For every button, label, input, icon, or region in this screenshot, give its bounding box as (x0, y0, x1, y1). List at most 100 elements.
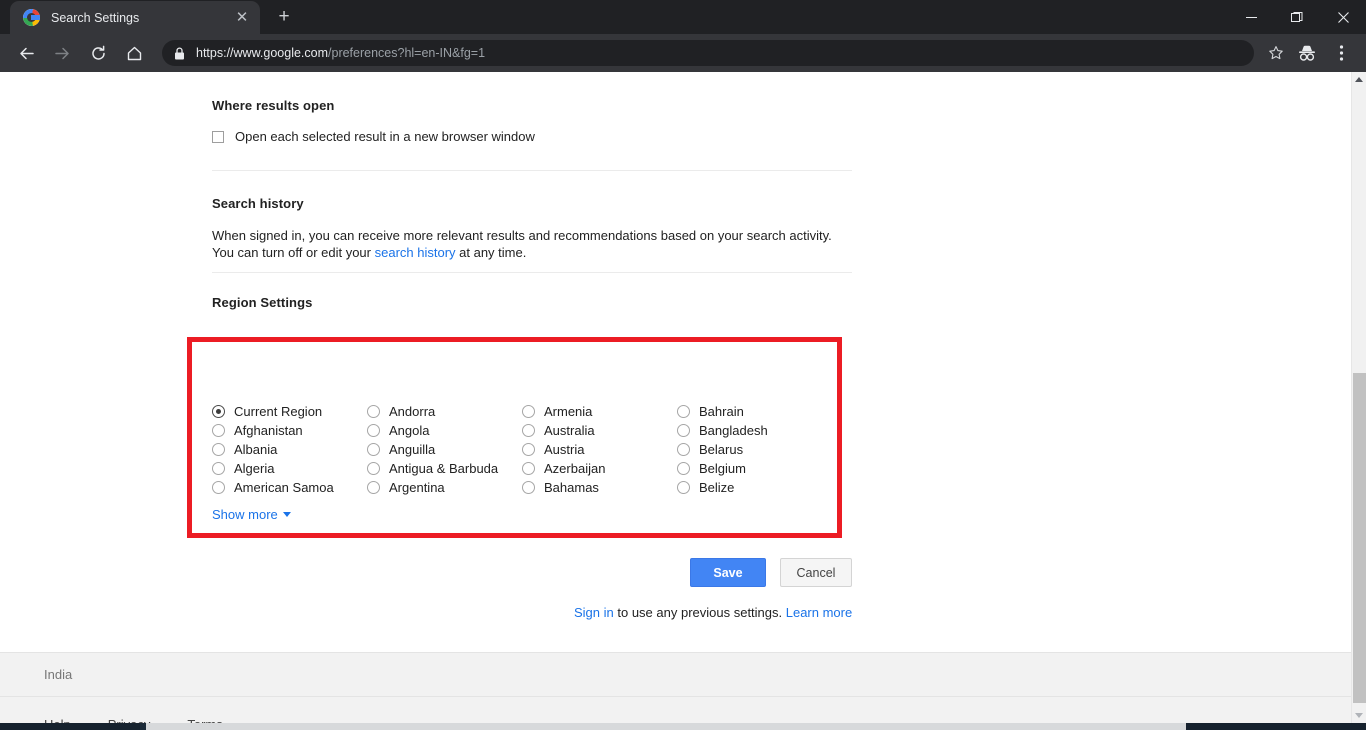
new-window-checkbox[interactable] (212, 131, 224, 143)
region-option-belgium[interactable]: Belgium (677, 459, 832, 478)
region-radio-button[interactable] (522, 443, 535, 456)
region-radio-button[interactable] (367, 405, 380, 418)
region-radio-button[interactable] (677, 405, 690, 418)
region-option-label: Belgium (699, 461, 746, 476)
close-tab-icon[interactable]: ✕ (232, 8, 252, 28)
region-option-current-region[interactable]: Current Region (212, 402, 367, 421)
region-radio-button[interactable] (677, 462, 690, 475)
region-option-algeria[interactable]: Algeria (212, 459, 367, 478)
region-option-azerbaijan[interactable]: Azerbaijan (522, 459, 677, 478)
tab-strip-spacer (0, 0, 10, 34)
section-divider-1 (212, 170, 852, 171)
region-option-label: Bahamas (544, 480, 599, 495)
region-radio-button[interactable] (212, 424, 225, 437)
signin-note-text: to use any previous settings. (614, 605, 786, 620)
region-option-label: Azerbaijan (544, 461, 605, 476)
region-option-label: Austria (544, 442, 584, 457)
region-radio-button[interactable] (677, 424, 690, 437)
lock-icon (174, 47, 185, 60)
new-tab-button[interactable]: + (270, 3, 298, 31)
browser-menu-button[interactable] (1324, 38, 1358, 68)
url-path: /preferences?hl=en-IN&fg=1 (328, 46, 485, 60)
chevron-down-icon (283, 512, 291, 517)
region-option-australia[interactable]: Australia (522, 421, 677, 440)
region-column-2: AndorraAngola Anguilla Antigua & BarbudaAr… (367, 402, 522, 497)
region-option-andorra[interactable]: Andorra (367, 402, 522, 421)
region-option-antigua-barbuda[interactable]: Antigua & Barbuda (367, 459, 522, 478)
region-radio-button[interactable] (522, 424, 535, 437)
region-settings-section: Region Settings (212, 295, 852, 310)
region-option-albania[interactable]: Albania (212, 440, 367, 459)
region-option-angola[interactable]: Angola (367, 421, 522, 440)
forward-button[interactable] (47, 38, 77, 68)
region-column-1: Current RegionAfghanistan Albania Algeria A… (212, 402, 367, 497)
action-button-row: Save Cancel (690, 558, 852, 587)
region-option-label: Albania (234, 442, 277, 457)
minimize-window-button[interactable] (1228, 0, 1274, 34)
where-results-open-heading: Where results open (212, 98, 852, 113)
region-settings-heading: Region Settings (212, 295, 852, 310)
reload-button[interactable] (83, 38, 113, 68)
show-more-link[interactable]: Show more (212, 507, 291, 522)
region-option-american-samoa[interactable]: American Samoa (212, 478, 367, 497)
search-settings-page: Where results open Open each selected re… (0, 72, 1351, 652)
browser-tab[interactable]: Search Settings ✕ (10, 1, 260, 34)
window-controls (1228, 0, 1366, 34)
region-radio-button[interactable] (677, 481, 690, 494)
region-radio-button[interactable] (677, 443, 690, 456)
scrollbar-thumb[interactable] (1353, 373, 1366, 703)
region-option-armenia[interactable]: Armenia (522, 402, 677, 421)
region-radio-button[interactable] (522, 405, 535, 418)
region-radio-button[interactable] (367, 424, 380, 437)
region-radio-button[interactable] (212, 481, 225, 494)
region-option-argentina[interactable]: Argentina (367, 478, 522, 497)
taskbar-center-segment (146, 723, 1186, 730)
search-history-link[interactable]: search history (375, 245, 456, 260)
vertical-scrollbar[interactable] (1351, 72, 1366, 723)
scroll-up-button[interactable] (1352, 72, 1366, 87)
region-option-afghanistan[interactable]: Afghanistan (212, 421, 367, 440)
region-option-label: Belize (699, 480, 734, 495)
region-option-label: Algeria (234, 461, 274, 476)
section-divider-2 (212, 272, 852, 273)
sign-in-link[interactable]: Sign in (574, 605, 614, 620)
region-radio-button[interactable] (212, 462, 225, 475)
region-option-belarus[interactable]: Belarus (677, 440, 832, 459)
region-option-label: Anguilla (389, 442, 435, 457)
region-radio-button[interactable] (367, 462, 380, 475)
save-button[interactable]: Save (690, 558, 766, 587)
cancel-button[interactable]: Cancel (780, 558, 852, 587)
region-radio-button[interactable] (522, 481, 535, 494)
region-option-label: Bahrain (699, 404, 744, 419)
new-window-checkbox-label: Open each selected result in a new brows… (235, 129, 535, 144)
close-window-button[interactable] (1320, 0, 1366, 34)
region-option-belize[interactable]: Belize (677, 478, 832, 497)
region-radio-button[interactable] (212, 405, 225, 418)
search-history-heading: Search history (212, 196, 852, 211)
learn-more-link[interactable]: Learn more (786, 605, 852, 620)
region-option-bangladesh[interactable]: Bangladesh (677, 421, 832, 440)
region-option-bahrain[interactable]: Bahrain (677, 402, 832, 421)
region-option-bahamas[interactable]: Bahamas (522, 478, 677, 497)
restore-window-button[interactable] (1274, 0, 1320, 34)
search-history-text-2: at any time. (456, 245, 527, 260)
incognito-indicator-button[interactable] (1290, 38, 1324, 68)
back-button[interactable] (11, 38, 41, 68)
region-option-anguilla[interactable]: Anguilla (367, 440, 522, 459)
region-radio-button[interactable] (367, 481, 380, 494)
star-icon (1268, 45, 1284, 61)
region-radio-button[interactable] (367, 443, 380, 456)
region-option-austria[interactable]: Austria (522, 440, 677, 459)
incognito-icon (1296, 44, 1318, 62)
region-radio-button[interactable] (212, 443, 225, 456)
home-button[interactable] (119, 38, 149, 68)
scroll-up-arrow-icon (1355, 77, 1363, 82)
region-column-3: ArmeniaAustralia Austria Azerbaijan Bahamas (522, 402, 677, 497)
region-radio-button[interactable] (522, 462, 535, 475)
bookmark-button[interactable] (1262, 39, 1290, 67)
new-window-checkbox-row[interactable]: Open each selected result in a new brows… (212, 129, 852, 144)
address-bar[interactable]: https://www.google.com/preferences?hl=en… (162, 40, 1254, 66)
region-radio-grid: Current RegionAfghanistan Albania Algeria A… (212, 402, 852, 497)
scroll-down-button[interactable] (1352, 708, 1366, 723)
home-icon (126, 45, 143, 62)
